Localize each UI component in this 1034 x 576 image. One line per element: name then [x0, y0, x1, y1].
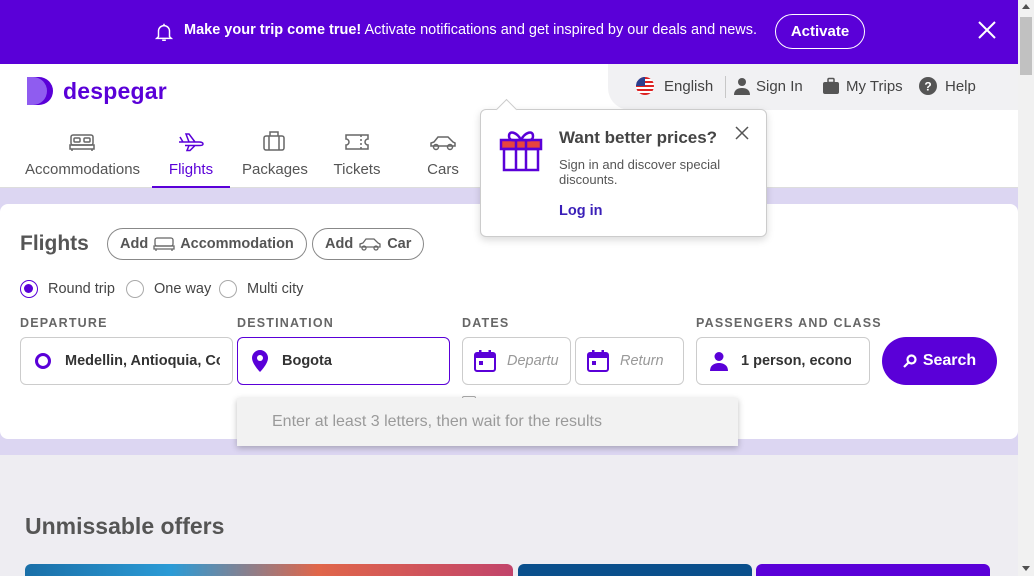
- passengers-field[interactable]: 1 person, economy: [696, 337, 870, 385]
- scroll-up-arrow-icon[interactable]: [1022, 4, 1030, 9]
- bed-icon: [69, 134, 95, 151]
- radio-multi-city[interactable]: Multi city: [219, 280, 303, 298]
- popover-title: Want better prices?: [559, 128, 718, 147]
- brand-logo[interactable]: despegar: [25, 75, 167, 107]
- accommodation-label: Accommodation: [180, 236, 294, 252]
- tab-accommodations[interactable]: Accommodations: [25, 124, 141, 188]
- tab-label: Tickets: [333, 161, 381, 178]
- utility-bar: English Sign In My Trips ? Help: [608, 64, 1018, 110]
- gift-icon: [499, 131, 543, 172]
- tab-label: Accommodations: [25, 161, 141, 178]
- close-icon[interactable]: [735, 126, 749, 140]
- add-label: Add: [120, 236, 149, 252]
- radio-label: Multi city: [247, 281, 304, 297]
- svg-text:?: ?: [924, 80, 931, 94]
- user-icon: [734, 78, 750, 95]
- calendar-icon: [474, 350, 496, 372]
- tab-flights[interactable]: Flights: [152, 124, 230, 188]
- banner-message: Make your trip come true! Activate notif…: [184, 22, 757, 38]
- radio-label: Round trip: [48, 281, 115, 297]
- tab-cars[interactable]: Cars: [418, 124, 468, 188]
- autocomplete-dropdown: Enter at least 3 letters, then wait for …: [237, 398, 738, 446]
- destination-label: DESTINATION: [237, 316, 334, 330]
- tab-label: Flights: [168, 161, 214, 178]
- popover-body: Sign in and discover special discounts.: [559, 157, 721, 187]
- language-label: English: [664, 77, 714, 95]
- suitcase-icon: [263, 131, 285, 151]
- help-label: Help: [945, 77, 976, 95]
- scrollbar-thumb[interactable]: [1020, 17, 1032, 75]
- radio-dot: [20, 280, 38, 298]
- logo-icon: [27, 77, 53, 105]
- us-flag-icon: [636, 77, 654, 95]
- origin-circle-icon: [35, 353, 51, 369]
- tab-packages[interactable]: Packages: [242, 124, 308, 188]
- autocomplete-hint: Enter at least 3 letters, then wait for …: [272, 413, 602, 430]
- divider: [725, 76, 726, 98]
- radio-one-way[interactable]: One way: [126, 280, 211, 298]
- radio-label: One way: [154, 281, 212, 297]
- car-icon: [359, 238, 381, 251]
- search-button[interactable]: Search: [882, 337, 997, 385]
- passengers-label: PASSENGERS AND CLASS: [696, 316, 882, 330]
- location-pin-icon: [252, 350, 268, 372]
- search-title: Flights: [20, 232, 89, 255]
- destination-field[interactable]: [237, 337, 450, 385]
- tab-label: Packages: [242, 161, 308, 178]
- add-car-button[interactable]: Add Car: [312, 228, 425, 260]
- departure-label: DEPARTURE: [20, 316, 108, 330]
- activate-button[interactable]: Activate: [775, 14, 865, 49]
- language-selector[interactable]: English: [636, 77, 713, 95]
- return-date-field[interactable]: Return: [575, 337, 684, 385]
- search-icon: [903, 354, 917, 368]
- radio-dot: [219, 280, 237, 298]
- my-trips-link[interactable]: My Trips: [822, 77, 903, 95]
- sign-in-popover: Want better prices? Sign in and discover…: [480, 109, 767, 237]
- departure-date-placeholder: Departure: [507, 353, 559, 369]
- banner-headline: Make your trip come true!: [184, 22, 362, 38]
- suitcase-icon: [823, 77, 839, 94]
- tab-label: Cars: [427, 161, 459, 178]
- departure-date-field[interactable]: Departure: [462, 337, 571, 385]
- bed-icon: [153, 237, 175, 251]
- offer-card[interactable]: [756, 564, 990, 576]
- destination-input[interactable]: [282, 353, 422, 369]
- help-link[interactable]: ? Help: [919, 77, 976, 95]
- user-icon: [710, 352, 728, 371]
- dates-label: DATES: [462, 316, 510, 330]
- calendar-icon: [587, 350, 609, 372]
- banner-text: Activate notifications and get inspired …: [364, 22, 758, 38]
- help-icon: ?: [919, 77, 937, 95]
- search-label: Search: [922, 352, 977, 369]
- notification-banner: Make your trip come true! Activate notif…: [0, 0, 1018, 64]
- radio-round-trip[interactable]: Round trip: [20, 280, 115, 298]
- return-date-placeholder: Return: [620, 353, 664, 369]
- my-trips-label: My Trips: [846, 77, 903, 95]
- offers-title: Unmissable offers: [25, 513, 225, 539]
- tab-tickets[interactable]: Tickets: [330, 124, 384, 188]
- log-in-link[interactable]: Log in: [559, 203, 603, 219]
- plane-icon: [179, 133, 204, 152]
- close-icon[interactable]: [976, 19, 998, 41]
- scrollbar[interactable]: [1018, 0, 1034, 576]
- passengers-value: 1 person, economy: [741, 353, 851, 369]
- add-label: Add: [325, 236, 354, 252]
- car-label: Car: [387, 236, 412, 252]
- car-icon: [430, 136, 456, 151]
- radio-dot: [126, 280, 144, 298]
- add-accommodation-button[interactable]: Add Accommodation: [107, 228, 307, 260]
- sign-in-label: Sign In: [756, 77, 803, 95]
- offer-card[interactable]: [518, 564, 752, 576]
- departure-field[interactable]: Medellin, Antioquia, Colombia: [20, 337, 233, 385]
- offer-card[interactable]: [25, 564, 513, 576]
- scroll-down-arrow-icon[interactable]: [1022, 566, 1030, 571]
- bell-icon: [154, 23, 174, 41]
- sign-in-link[interactable]: Sign In: [733, 77, 803, 95]
- departure-value: Medellin, Antioquia, Colombia: [65, 353, 220, 369]
- ticket-icon: [345, 134, 369, 150]
- brand-name: despegar: [63, 77, 167, 104]
